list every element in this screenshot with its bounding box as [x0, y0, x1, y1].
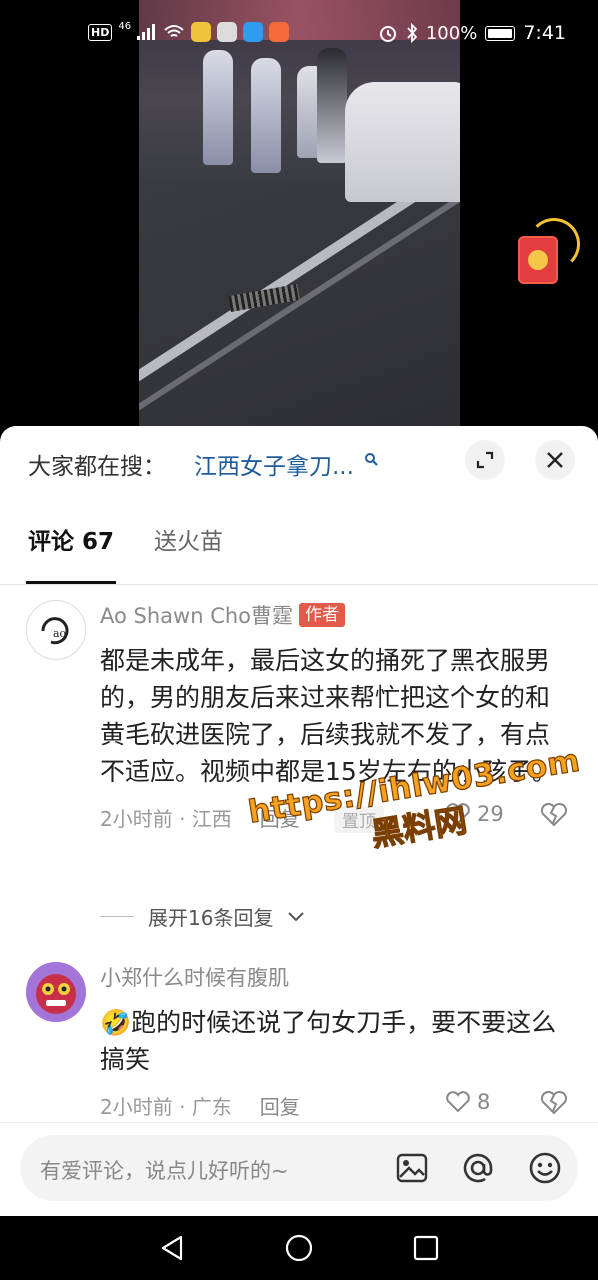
comment-tabs: 评论 67 送火苗 [25, 522, 223, 584]
status-bar: HD 46 100% 7:41 [0, 0, 598, 70]
reply-button[interactable]: 回复 [260, 803, 300, 832]
like-count: 29 [477, 802, 504, 826]
signal-icon [137, 24, 156, 40]
image-icon [396, 1153, 428, 1183]
taobao-app-icon [269, 22, 290, 42]
comment-text: 都是未成年，最后这女的捅死了黑衣服男的，男的朋友后来过来帮忙把这个女的和黄毛砍进… [100, 646, 557, 786]
smiley-icon [529, 1152, 561, 1184]
film-app-icon [217, 22, 238, 42]
expand-icon [476, 451, 494, 469]
hd-badge: HD [88, 23, 113, 41]
recents-square-icon [413, 1235, 439, 1261]
svg-text:ao: ao [53, 627, 67, 640]
search-icon [364, 451, 378, 470]
road [139, 180, 460, 440]
like-button[interactable]: 29 [445, 802, 504, 826]
home-circle-icon [285, 1234, 313, 1262]
dislike-button[interactable] [540, 802, 568, 833]
comment-input[interactable]: 有爱评论，说点儿好听的~ [20, 1135, 578, 1201]
system-nav-bar [0, 1216, 598, 1280]
like-count: 8 [477, 1090, 491, 1114]
input-placeholder: 有爱评论，说点儿好听的~ [40, 1159, 289, 1183]
back-button[interactable] [154, 1230, 190, 1266]
wifi-icon [164, 25, 184, 37]
bluetooth-icon [407, 23, 418, 43]
comment-author-row: Ao Shawn Cho曹霆 作者 [100, 600, 570, 630]
browser-app-icon [243, 22, 264, 42]
coin-icon [528, 250, 548, 270]
white-car [345, 82, 460, 202]
avatar[interactable]: ao [26, 600, 86, 660]
at-icon [463, 1153, 493, 1183]
chevron-down-icon [288, 911, 305, 921]
comment-time-location: 2小时前 · 江西 [100, 806, 232, 831]
laughing-emoji-icon: 🤣 [100, 1008, 132, 1037]
battery-percent: 100% [425, 22, 478, 44]
red-packet-icon[interactable] [518, 236, 558, 284]
divider [0, 584, 598, 585]
network-type: 46 [118, 21, 132, 32]
avatar[interactable] [26, 962, 86, 1022]
broken-heart-icon [540, 802, 568, 827]
close-button[interactable] [535, 440, 575, 480]
comment-author[interactable]: Ao Shawn Cho曹霆 [100, 600, 293, 630]
comment-input-bar: 有爱评论，说点儿好听的~ [0, 1122, 598, 1216]
trending-term[interactable]: 江西女子拿刀... [194, 447, 354, 481]
emoji-button[interactable] [526, 1149, 564, 1187]
tab-send-flame[interactable]: 送火苗 [154, 522, 223, 584]
image-button[interactable] [393, 1149, 431, 1187]
dislike-button[interactable] [540, 1090, 568, 1121]
mention-button[interactable] [459, 1149, 497, 1187]
expand-line [100, 916, 134, 917]
author-badge: 作者 [299, 603, 346, 627]
pinned-tag: 置顶 [334, 806, 384, 833]
home-button[interactable] [281, 1230, 317, 1266]
weibo-app-icon [191, 22, 212, 42]
heart-icon [446, 803, 470, 825]
comment-author[interactable]: 小郑什么时候有腹肌 [100, 962, 289, 992]
comment-text-row: 🤣跑的时候还说了句女刀手，要不要这么搞笑 [100, 1004, 570, 1078]
battery-icon [485, 25, 516, 41]
broken-heart-icon [540, 1090, 568, 1115]
comment-sheet: 大家都在搜： 江西女子拿刀... 评论 67 送火苗 ao Ao Shawn C… [0, 426, 598, 1216]
comment-time-location: 2小时前 · 广东 [100, 1094, 232, 1119]
expand-replies-button[interactable]: 展开16条回复 [100, 902, 305, 931]
tab-comments[interactable]: 评论 67 [25, 522, 117, 584]
like-button[interactable]: 8 [445, 1090, 490, 1114]
alarm-icon [379, 26, 396, 42]
trending-label: 大家都在搜： [28, 454, 166, 480]
person [251, 58, 281, 173]
expand-replies-label: 展开16条回复 [148, 906, 274, 930]
reply-button[interactable]: 回复 [260, 1091, 300, 1120]
clock: 7:41 [523, 22, 566, 44]
close-icon [547, 452, 563, 468]
recents-button[interactable] [408, 1230, 444, 1266]
fullscreen-button[interactable] [465, 440, 505, 480]
back-triangle-icon [161, 1235, 183, 1261]
comment-meta: 2小时前 · 广东 回复 8 [100, 1088, 570, 1122]
comment-author-row: 小郑什么时候有腹肌 [100, 962, 570, 992]
heart-icon [446, 1091, 470, 1113]
comment-text: 跑的时候还说了句女刀手，要不要这么搞笑 [100, 1008, 557, 1074]
